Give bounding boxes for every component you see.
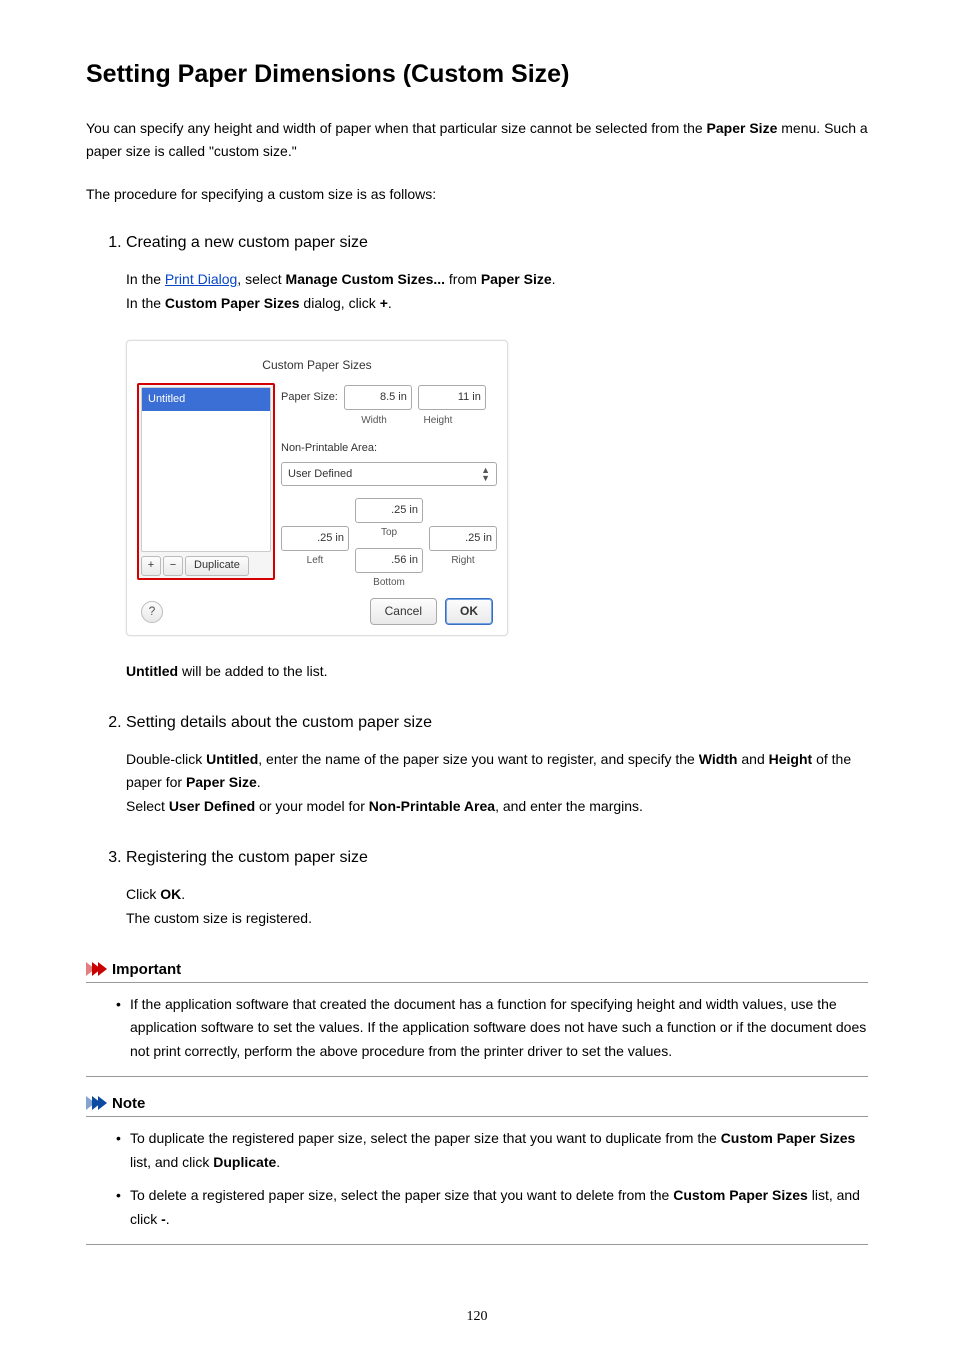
height-input[interactable]: 11 in: [418, 385, 486, 410]
width-label: Width: [345, 412, 403, 429]
step-2-line-1: Double-click Untitled, enter the name of…: [126, 748, 868, 796]
text-bold: Non-Printable Area: [369, 798, 495, 814]
important-item: If the application software that created…: [116, 993, 868, 1064]
duplicate-size-button[interactable]: Duplicate: [185, 556, 249, 576]
page-title: Setting Paper Dimensions (Custom Size): [86, 60, 868, 89]
margin-bottom-input[interactable]: .56 in: [355, 548, 423, 573]
intro-paragraph-2: The procedure for specifying a custom si…: [86, 183, 868, 206]
step-3-line-1: Click OK.: [126, 883, 868, 907]
text-bold: Untitled: [206, 751, 258, 767]
sizes-panel: Untitled + − Duplicate: [137, 383, 275, 580]
margin-right-label: Right: [429, 552, 497, 569]
step-2-line-2: Select User Defined or your model for No…: [126, 795, 868, 819]
text: dialog, click: [300, 295, 380, 311]
page-number: 120: [86, 1309, 868, 1325]
text-bold: Custom Paper Sizes: [673, 1187, 808, 1203]
text-bold: Custom Paper Sizes: [721, 1130, 856, 1146]
dialog-title: Custom Paper Sizes: [137, 351, 497, 383]
note-item-2: To delete a registered paper size, selec…: [116, 1184, 868, 1232]
text-bold: Paper Size: [186, 774, 257, 790]
text-bold: Untitled: [126, 663, 178, 679]
custom-paper-sizes-dialog: Custom Paper Sizes Untitled + − Duplicat…: [126, 340, 868, 636]
print-dialog-link[interactable]: Print Dialog: [165, 271, 237, 287]
margin-top-label: Top: [355, 524, 423, 541]
step-3-line-2: The custom size is registered.: [126, 907, 868, 931]
add-size-button[interactable]: +: [141, 556, 161, 576]
step-1: Creating a new custom paper size In the …: [126, 234, 868, 683]
text-bold: Custom Paper Sizes: [165, 295, 300, 311]
text-bold: User Defined: [169, 798, 255, 814]
text-bold: Manage Custom Sizes...: [286, 271, 445, 287]
non-printable-area-label: Non-Printable Area:: [281, 439, 497, 458]
text: will be added to the list.: [178, 663, 327, 679]
text: and: [737, 751, 768, 767]
text-bold: +: [380, 295, 388, 311]
ok-button[interactable]: OK: [445, 598, 493, 624]
chevrons-icon: [86, 1096, 104, 1110]
sizes-list[interactable]: Untitled: [141, 387, 271, 552]
step-1-line-2: In the Custom Paper Sizes dialog, click …: [126, 292, 868, 316]
text: , select: [237, 271, 285, 287]
text: To delete a registered paper size, selec…: [130, 1187, 673, 1203]
width-input[interactable]: 8.5 in: [344, 385, 412, 410]
text: Click: [126, 886, 160, 902]
text: , and enter the margins.: [495, 798, 643, 814]
step-3: Registering the custom paper size Click …: [126, 849, 868, 931]
margin-right-input[interactable]: .25 in: [429, 526, 497, 551]
text: Double-click: [126, 751, 206, 767]
text: In the: [126, 271, 165, 287]
text-bold: Width: [699, 751, 738, 767]
paper-size-label: Paper Size:: [281, 388, 338, 407]
intro-paragraph-1: You can specify any height and width of …: [86, 117, 868, 163]
important-body: If the application software that created…: [86, 983, 868, 1077]
note-item-1: To duplicate the registered paper size, …: [116, 1127, 868, 1175]
size-list-item-selected[interactable]: Untitled: [142, 388, 270, 411]
note-body: To duplicate the registered paper size, …: [86, 1117, 868, 1245]
text: .: [181, 886, 185, 902]
step-1-after: Untitled will be added to the list.: [126, 660, 868, 684]
text: or your model for: [255, 798, 369, 814]
note-title: Note: [112, 1095, 145, 1112]
text-bold: Paper Size: [707, 120, 778, 136]
chevrons-icon: [86, 962, 104, 976]
select-value: User Defined: [288, 465, 352, 484]
step-title: Creating a new custom paper size: [126, 234, 368, 251]
height-label: Height: [409, 412, 467, 429]
text: list, and click: [130, 1154, 213, 1170]
text: .: [552, 271, 556, 287]
updown-icon: ▲▼: [481, 466, 490, 482]
step-2: Setting details about the custom paper s…: [126, 714, 868, 819]
text: You can specify any height and width of …: [86, 120, 707, 136]
margin-left-input[interactable]: .25 in: [281, 526, 349, 551]
text-bold: Height: [769, 751, 813, 767]
help-button[interactable]: ?: [141, 601, 163, 623]
cancel-button[interactable]: Cancel: [370, 598, 437, 624]
step-1-line-1: In the Print Dialog, select Manage Custo…: [126, 268, 868, 292]
text: , enter the name of the paper size you w…: [258, 751, 698, 767]
text-bold: Paper Size: [481, 271, 552, 287]
margin-bottom-label: Bottom: [355, 574, 423, 591]
remove-size-button[interactable]: −: [163, 556, 183, 576]
step-title: Registering the custom paper size: [126, 849, 368, 866]
text: In the: [126, 295, 165, 311]
important-title: Important: [112, 961, 181, 978]
text: To duplicate the registered paper size, …: [130, 1130, 721, 1146]
text: .: [166, 1211, 170, 1227]
non-printable-area-select[interactable]: User Defined ▲▼: [281, 462, 497, 487]
margin-top-input[interactable]: .25 in: [355, 498, 423, 523]
margin-left-label: Left: [281, 552, 349, 569]
text-bold: Duplicate: [213, 1154, 276, 1170]
step-title: Setting details about the custom paper s…: [126, 714, 432, 731]
text: .: [276, 1154, 280, 1170]
text: .: [388, 295, 392, 311]
text-bold: OK: [160, 886, 181, 902]
text: .: [257, 774, 261, 790]
important-header: Important: [86, 961, 868, 983]
text: from: [445, 271, 481, 287]
text: Select: [126, 798, 169, 814]
note-header: Note: [86, 1095, 868, 1117]
